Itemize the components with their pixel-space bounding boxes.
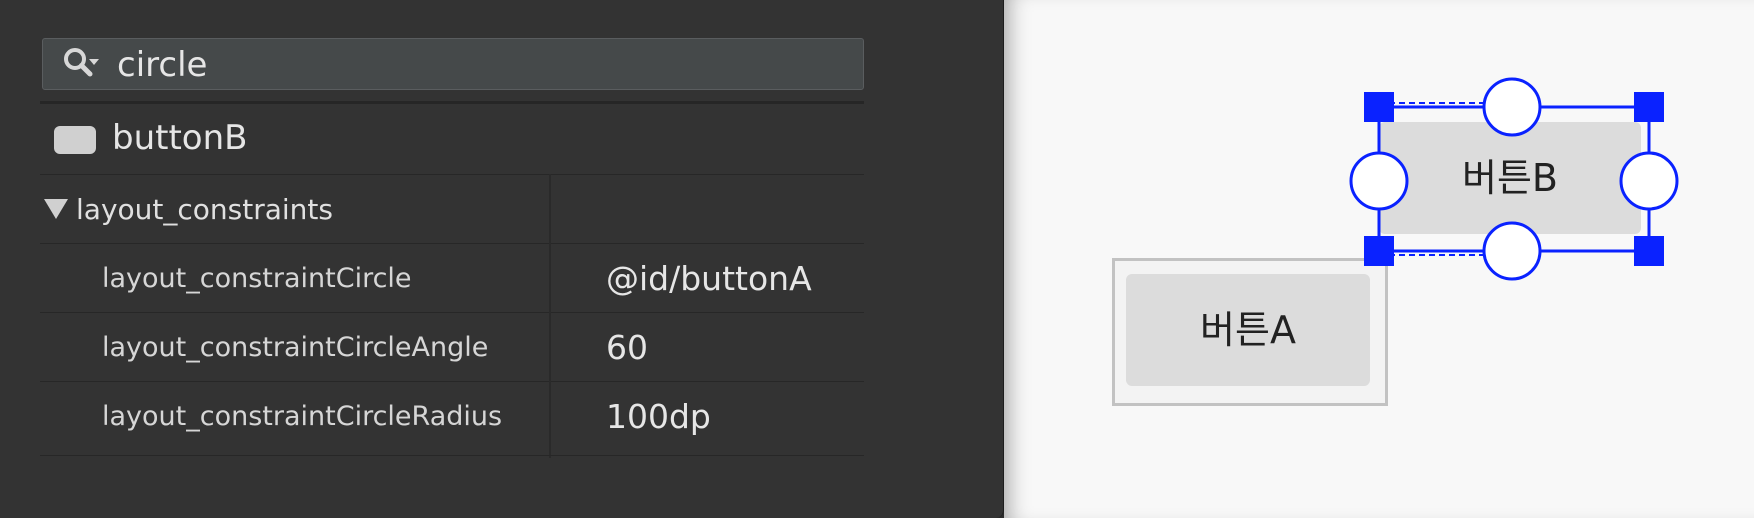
resize-handle-top-right[interactable] bbox=[1634, 92, 1664, 122]
header-divider bbox=[40, 101, 864, 104]
constraint-anchor-right[interactable] bbox=[1619, 151, 1679, 211]
button-component-icon bbox=[54, 126, 96, 154]
column-divider bbox=[549, 174, 551, 458]
attribute-group-name: layout_constraints bbox=[76, 193, 333, 226]
component-header: buttonB bbox=[40, 106, 864, 174]
attribute-name: layout_constraintCircle bbox=[102, 263, 412, 294]
attribute-group-row[interactable]: layout_constraints bbox=[40, 174, 864, 243]
attribute-value[interactable]: 60 bbox=[606, 313, 648, 382]
resize-handle-top-left[interactable] bbox=[1364, 92, 1394, 122]
attribute-row[interactable]: layout_constraintCircleRadius 100dp bbox=[40, 381, 864, 450]
search-box[interactable] bbox=[42, 38, 864, 90]
design-surface[interactable]: 버튼A 버튼B bbox=[1004, 0, 1754, 518]
constraint-anchor-bottom[interactable] bbox=[1482, 221, 1542, 281]
constraint-anchor-left[interactable] bbox=[1349, 151, 1409, 211]
resize-handle-bottom-left[interactable] bbox=[1364, 236, 1394, 266]
attribute-value[interactable]: @id/buttonA bbox=[606, 244, 812, 313]
expand-triangle-icon[interactable] bbox=[44, 199, 68, 219]
table-bottom-divider bbox=[40, 455, 864, 456]
resize-handle-bottom-right[interactable] bbox=[1634, 236, 1664, 266]
component-name: buttonB bbox=[112, 118, 248, 158]
attribute-value[interactable]: 100dp bbox=[606, 382, 711, 451]
attributes-table: layout_constraints layout_constraintCirc… bbox=[40, 174, 864, 450]
search-icon[interactable] bbox=[61, 45, 101, 85]
attributes-panel: buttonB layout_constraints layout_constr… bbox=[0, 0, 1004, 518]
constraint-anchor-top[interactable] bbox=[1482, 77, 1542, 137]
search-input[interactable] bbox=[117, 45, 817, 85]
attribute-row[interactable]: layout_constraintCircle @id/buttonA bbox=[40, 243, 864, 312]
attribute-name: layout_constraintCircleRadius bbox=[102, 401, 503, 432]
attribute-row[interactable]: layout_constraintCircleAngle 60 bbox=[40, 312, 864, 381]
attribute-name: layout_constraintCircleAngle bbox=[102, 332, 489, 363]
selection-overlay bbox=[1349, 77, 1679, 281]
